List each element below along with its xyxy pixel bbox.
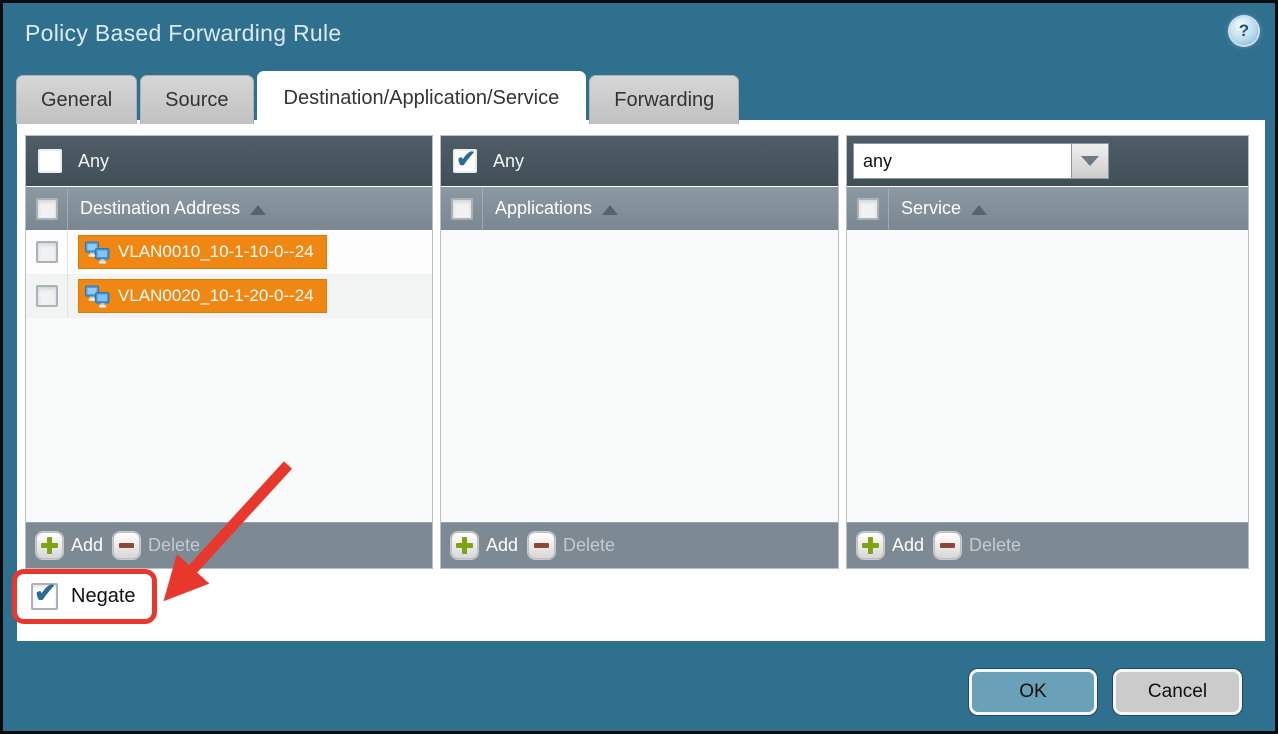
cancel-button[interactable]: Cancel — [1113, 669, 1242, 715]
dialog-title: Policy Based Forwarding Rule — [25, 20, 342, 47]
tab-forwarding[interactable]: Forwarding — [589, 75, 739, 124]
address-object-label: VLAN0010_10-1-10-0--24 — [118, 242, 314, 262]
destination-list: VLAN0010_10-1-10-0--24 — [26, 230, 432, 522]
chevron-down-icon — [1081, 156, 1099, 166]
address-object-label: VLAN0020_10-1-20-0--24 — [118, 286, 314, 306]
add-button[interactable]: Add — [857, 532, 924, 559]
add-icon — [451, 532, 478, 559]
negate-checkbox[interactable] — [31, 583, 58, 610]
tab-general[interactable]: General — [16, 75, 137, 124]
tab-destination-application-service[interactable]: Destination/Application/Service — [257, 71, 587, 124]
destination-column-header: Destination Address — [26, 186, 432, 230]
tab-content-panel: Any Destination Address — [17, 120, 1265, 641]
service-column: any Service Add Delete — [846, 135, 1249, 569]
network-icon — [84, 241, 111, 264]
destination-any-checkbox[interactable] — [38, 149, 62, 173]
delete-button[interactable]: Delete — [528, 532, 615, 559]
help-icon[interactable] — [1230, 17, 1258, 45]
tab-source[interactable]: Source — [140, 75, 253, 124]
delete-button[interactable]: Delete — [934, 532, 1021, 559]
destination-address-column: Any Destination Address — [25, 135, 433, 569]
applications-list — [441, 230, 838, 522]
add-icon — [36, 532, 63, 559]
applications-any-bar: Any — [441, 136, 838, 186]
table-row: VLAN0010_10-1-10-0--24 — [26, 230, 432, 274]
delete-button[interactable]: Delete — [113, 532, 200, 559]
delete-icon — [113, 532, 140, 559]
add-button[interactable]: Add — [451, 532, 518, 559]
network-icon — [84, 285, 111, 308]
table-row: VLAN0020_10-1-20-0--24 — [26, 274, 432, 318]
service-sort-header[interactable]: Service — [889, 187, 987, 230]
dropdown-button[interactable] — [1072, 143, 1109, 179]
sort-ascending-icon — [250, 205, 266, 215]
negate-label: Negate — [71, 585, 136, 608]
destination-any-bar: Any — [26, 136, 432, 186]
sort-ascending-icon — [602, 205, 618, 215]
negate-highlight-annotation: Negate — [12, 569, 157, 624]
tab-bar: General Source Destination/Application/S… — [16, 71, 739, 124]
applications-footer: Add Delete — [441, 522, 838, 568]
applications-select-all-checkbox[interactable] — [451, 198, 473, 220]
service-dropdown-bar: any — [847, 136, 1248, 186]
applications-sort-header[interactable]: Applications — [483, 187, 618, 230]
service-list — [847, 230, 1248, 522]
delete-icon — [934, 532, 961, 559]
applications-column: Any Applications Add Delete — [440, 135, 839, 569]
add-button[interactable]: Add — [36, 532, 103, 559]
applications-any-checkbox[interactable] — [453, 149, 477, 173]
applications-any-label: Any — [493, 151, 524, 172]
applications-column-header: Applications — [441, 186, 838, 230]
destination-sort-header[interactable]: Destination Address — [68, 187, 266, 230]
ok-button[interactable]: OK — [969, 669, 1097, 715]
add-icon — [857, 532, 884, 559]
destination-select-all-checkbox[interactable] — [36, 198, 58, 220]
address-object-chip[interactable]: VLAN0010_10-1-10-0--24 — [78, 235, 327, 269]
service-footer: Add Delete — [847, 522, 1248, 568]
destination-any-label: Any — [78, 151, 109, 172]
delete-icon — [528, 532, 555, 559]
address-object-chip[interactable]: VLAN0020_10-1-20-0--24 — [78, 279, 327, 313]
service-dropdown[interactable]: any — [853, 143, 1109, 179]
service-column-header: Service — [847, 186, 1248, 230]
policy-forwarding-dialog: Policy Based Forwarding Rule General Sou… — [0, 0, 1278, 734]
sort-ascending-icon — [971, 205, 987, 215]
service-dropdown-value[interactable]: any — [853, 143, 1072, 179]
destination-footer: Add Delete — [26, 522, 432, 568]
service-select-all-checkbox[interactable] — [857, 198, 879, 220]
row-checkbox[interactable] — [36, 241, 58, 263]
row-checkbox[interactable] — [36, 285, 58, 307]
